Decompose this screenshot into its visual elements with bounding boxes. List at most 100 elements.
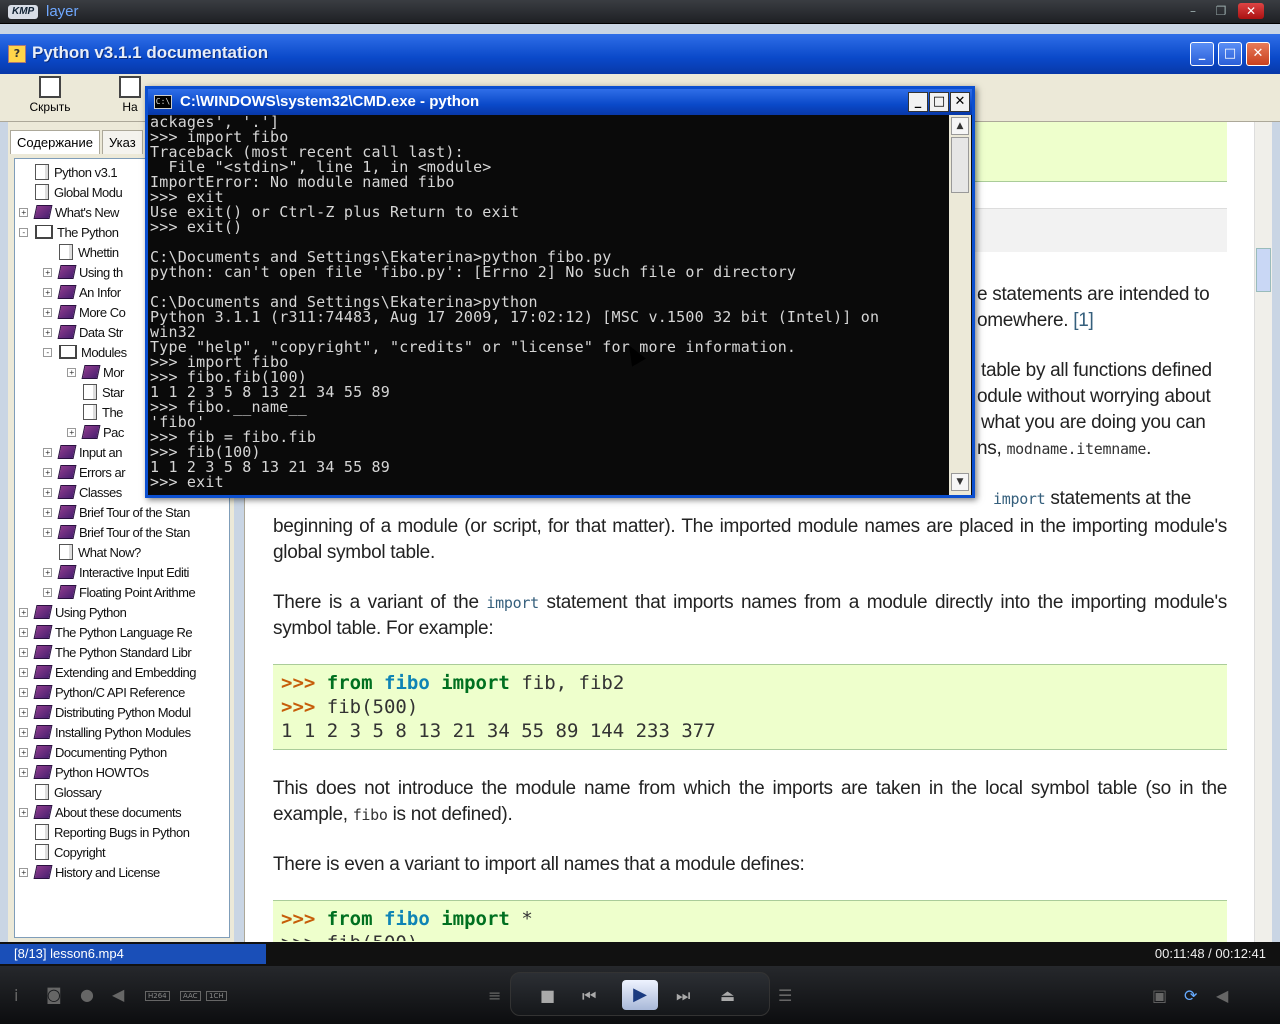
next-icon[interactable]: ⏭ <box>676 986 690 1006</box>
collapse-icon[interactable]: - <box>19 228 28 237</box>
tree-item[interactable]: Python v3.1 <box>35 163 118 183</box>
hide-button[interactable]: Скрыть <box>20 76 80 120</box>
tree-item[interactable]: + About these documents <box>19 803 182 823</box>
tree-item[interactable]: + Errors ar <box>43 463 126 483</box>
tree-item[interactable]: Reporting Bugs in Python <box>35 823 190 843</box>
tree-item[interactable]: + Installing Python Modules <box>19 723 191 743</box>
tree-item[interactable]: + History and License <box>19 863 160 883</box>
stop-icon[interactable]: ■ <box>540 986 555 1005</box>
tree-item[interactable]: Global Modu <box>35 183 123 203</box>
previous-icon[interactable]: ⏮ <box>582 986 596 1006</box>
tree-item[interactable]: Glossary <box>35 783 102 803</box>
tree-item[interactable]: + Classes <box>43 483 122 503</box>
scroll-up-icon[interactable]: ▲ <box>951 117 969 135</box>
expand-icon[interactable]: + <box>19 688 28 697</box>
tree-item[interactable]: - Modules <box>43 343 127 363</box>
expand-icon[interactable]: + <box>19 208 28 217</box>
footnote-link[interactable]: [1] <box>1073 310 1094 331</box>
tab-index[interactable]: Указ <box>102 130 143 154</box>
tree-item[interactable]: Whettin <box>59 243 119 263</box>
maximize-icon[interactable]: □ <box>1218 42 1242 66</box>
tree-item[interactable]: + Documenting Python <box>19 743 167 763</box>
volume-icon[interactable]: ◀ <box>112 985 124 1004</box>
expand-icon[interactable]: + <box>19 628 28 637</box>
tree-item[interactable]: + Mor <box>67 363 124 383</box>
eject-icon[interactable]: ⏏ <box>720 986 735 1005</box>
help-window-title-bar[interactable]: ? Python v3.1.1 documentation _ □ ✕ <box>0 34 1280 74</box>
tree-item[interactable]: + Distributing Python Modul <box>19 703 191 723</box>
expand-icon[interactable]: + <box>43 448 52 457</box>
expand-icon[interactable]: + <box>19 728 28 737</box>
equalizer-icon[interactable]: ≡ <box>488 986 501 1005</box>
expand-icon[interactable]: + <box>19 608 28 617</box>
tree-item[interactable]: + Pac <box>67 423 124 443</box>
maximize-icon[interactable]: □ <box>929 92 949 112</box>
expand-icon[interactable]: + <box>43 528 52 537</box>
fullscreen-icon[interactable]: ▣ <box>1152 986 1167 1005</box>
expand-icon[interactable]: + <box>19 708 28 717</box>
restore-icon[interactable]: ❐ <box>1208 3 1234 19</box>
expand-icon[interactable]: + <box>43 568 52 577</box>
tree-item[interactable]: + Python HOWTOs <box>19 763 149 783</box>
subtitle-icon[interactable]: ● <box>80 985 94 1004</box>
camera-icon[interactable]: ◙ <box>46 985 62 1004</box>
minimize-icon[interactable]: _ <box>908 92 928 112</box>
tree-item[interactable]: - The Python <box>19 223 119 243</box>
tree-item[interactable]: + Input an <box>43 443 123 463</box>
speaker-icon[interactable]: ◀ <box>1216 986 1228 1005</box>
expand-icon[interactable]: + <box>19 648 28 657</box>
tree-item[interactable]: + Extending and Embedding <box>19 663 197 683</box>
expand-icon[interactable]: + <box>67 428 76 437</box>
tab-contents[interactable]: Содержание <box>10 130 100 154</box>
scroll-thumb[interactable] <box>1256 248 1271 292</box>
expand-icon[interactable]: + <box>43 328 52 337</box>
scroll-down-icon[interactable]: ▼ <box>951 473 969 491</box>
play-button[interactable]: ▶ <box>622 980 658 1010</box>
tree-item[interactable]: + Using Python <box>19 603 127 623</box>
video-frame[interactable]: ? Python v3.1.1 documentation _ □ ✕ Скры… <box>0 24 1280 942</box>
close-icon[interactable]: ✕ <box>1238 3 1264 19</box>
expand-icon[interactable]: + <box>19 808 28 817</box>
expand-icon[interactable]: + <box>67 368 76 377</box>
minimize-icon[interactable]: _ <box>1190 42 1214 66</box>
tree-item[interactable]: + Floating Point Arithme <box>43 583 196 603</box>
expand-icon[interactable]: + <box>43 468 52 477</box>
import-link[interactable]: import <box>993 490 1046 508</box>
tree-item[interactable]: Star <box>83 383 124 403</box>
tree-item[interactable]: What Now? <box>59 543 141 563</box>
playlist-icon[interactable]: ☰ <box>778 986 792 1005</box>
expand-icon[interactable]: + <box>19 768 28 777</box>
tree-item[interactable]: Copyright <box>35 843 106 863</box>
tree-item[interactable]: + An Infor <box>43 283 121 303</box>
close-icon[interactable]: ✕ <box>1246 42 1270 66</box>
expand-icon[interactable]: + <box>43 588 52 597</box>
expand-icon[interactable]: + <box>43 488 52 497</box>
tree-item[interactable]: The <box>83 403 123 423</box>
tree-item[interactable]: + Brief Tour of the Stan <box>43 523 190 543</box>
repeat-icon[interactable]: ⟳ <box>1184 986 1197 1005</box>
close-icon[interactable]: ✕ <box>950 92 970 112</box>
playlist-item[interactable]: [8/13] lesson6.mp4 <box>0 944 266 964</box>
content-scrollbar[interactable] <box>1254 122 1272 942</box>
tree-item[interactable]: + Brief Tour of the Stan <box>43 503 190 523</box>
expand-icon[interactable]: + <box>19 668 28 677</box>
expand-icon[interactable]: + <box>43 508 52 517</box>
tree-item[interactable]: + Python/C API Reference <box>19 683 185 703</box>
expand-icon[interactable]: + <box>19 748 28 757</box>
tree-item[interactable]: + Interactive Input Editi <box>43 563 189 583</box>
expand-icon[interactable]: + <box>43 288 52 297</box>
tree-item[interactable]: + More Co <box>43 303 126 323</box>
cmd-window[interactable]: C:\ C:\WINDOWS\system32\CMD.exe - python… <box>145 86 975 498</box>
scroll-thumb[interactable] <box>951 137 969 193</box>
expand-icon[interactable]: + <box>19 868 28 877</box>
tree-item[interactable]: + The Python Standard Libr <box>19 643 192 663</box>
collapse-icon[interactable]: - <box>43 348 52 357</box>
cmd-title-bar[interactable]: C:\ C:\WINDOWS\system32\CMD.exe - python… <box>148 89 972 115</box>
cmd-console[interactable]: ackages', '.'] >>> import fibo Traceback (… <box>148 115 948 495</box>
expand-icon[interactable]: + <box>43 268 52 277</box>
tree-item[interactable]: + What's New <box>19 203 119 223</box>
import-link[interactable]: import <box>486 594 539 612</box>
info-icon[interactable]: i <box>14 986 18 1005</box>
player-title-bar[interactable]: KMP layer – ❐ ✕ <box>0 0 1280 24</box>
minimize-icon[interactable]: – <box>1180 3 1206 19</box>
